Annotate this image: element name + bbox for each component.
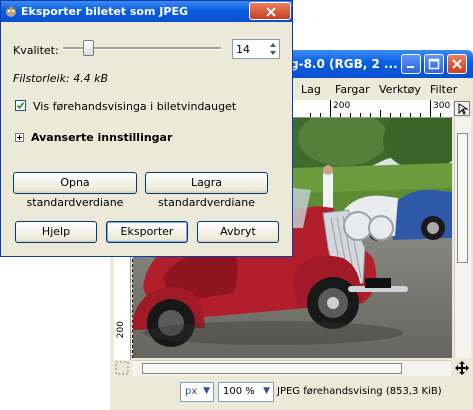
- preview-checkbox[interactable]: [15, 100, 26, 111]
- chevron-down-icon: ▼: [203, 386, 210, 396]
- dialog-close-button[interactable]: [249, 2, 291, 20]
- minimize-icon: [407, 66, 414, 68]
- horizontal-scroll-thumb[interactable]: [142, 363, 402, 374]
- unit-select[interactable]: px ▼: [180, 382, 214, 402]
- move-arrows-icon: [455, 361, 469, 375]
- quality-label: Kvalitet:: [13, 44, 59, 57]
- quality-spinbutton[interactable]: 14: [232, 39, 280, 59]
- menu-filters[interactable]: Filter: [430, 83, 457, 96]
- status-message: JPEG førehandsvising (853,3 KiB): [277, 386, 442, 397]
- ruler-label-300: 300: [433, 101, 451, 111]
- navigation-button[interactable]: [454, 360, 470, 376]
- horizontal-scrollbar[interactable]: [132, 360, 451, 377]
- dialog-title: Eksporter biletet som JPEG: [21, 5, 188, 18]
- export-button[interactable]: Eksporter: [106, 221, 188, 243]
- menu-layer[interactable]: Lag: [301, 83, 321, 96]
- quality-value[interactable]: 14: [236, 43, 250, 56]
- close-icon: [452, 59, 462, 69]
- load-defaults-button[interactable]: Opna standardverdiane: [13, 172, 137, 209]
- quality-slider-handle[interactable]: [83, 40, 95, 56]
- spin-arrows-icon[interactable]: [268, 41, 278, 57]
- maximize-button[interactable]: [424, 54, 444, 74]
- image-statusbar: px ▼ 100 % ▼ JPEG førehandsvising (853,3 K…: [110, 376, 473, 410]
- image-window-title: g-8.0 (RGB, 2 ...: [290, 57, 398, 71]
- ruler-left-label: 200: [116, 321, 126, 339]
- vertical-scroll-thumb[interactable]: [457, 133, 468, 263]
- close-icon: [266, 7, 276, 17]
- navigate-icon-button[interactable]: [454, 101, 470, 116]
- chevron-down-icon: ▼: [263, 386, 270, 396]
- zoom-select[interactable]: 100 % ▼: [218, 382, 274, 402]
- file-size-label: Filstorleik: 4.4 kB: [13, 72, 109, 85]
- maximize-icon: [428, 58, 440, 70]
- menu-colors[interactable]: Fargar: [335, 83, 370, 96]
- ruler-label-200: 200: [333, 101, 351, 111]
- menu-tools[interactable]: Verktøy: [379, 83, 421, 96]
- pointer-icon: [458, 103, 469, 115]
- export-dialog: Eksporter biletet som JPEG Kvalitet: 14 …: [0, 0, 293, 257]
- vertical-scrollbar[interactable]: [454, 118, 471, 358]
- cancel-button[interactable]: Avbryt: [197, 221, 279, 243]
- preview-checkbox-label[interactable]: Vis førehandsvisinga i biletvindauget: [33, 100, 236, 113]
- dialog-titlebar[interactable]: Eksporter biletet som JPEG: [1, 1, 292, 22]
- advanced-options-expander[interactable]: Avanserte innstillingar: [31, 131, 172, 144]
- gimp-icon: [6, 6, 16, 17]
- quick-mask-icon: [115, 361, 129, 375]
- expander-plus-icon[interactable]: [15, 133, 24, 142]
- minimize-button[interactable]: [401, 54, 421, 74]
- close-button[interactable]: [447, 54, 467, 74]
- save-defaults-button[interactable]: Lagra standardverdiane: [145, 172, 268, 209]
- help-button[interactable]: Hjelp: [15, 221, 97, 243]
- quick-mask-button[interactable]: [114, 360, 130, 376]
- checkmark-icon: [16, 102, 25, 110]
